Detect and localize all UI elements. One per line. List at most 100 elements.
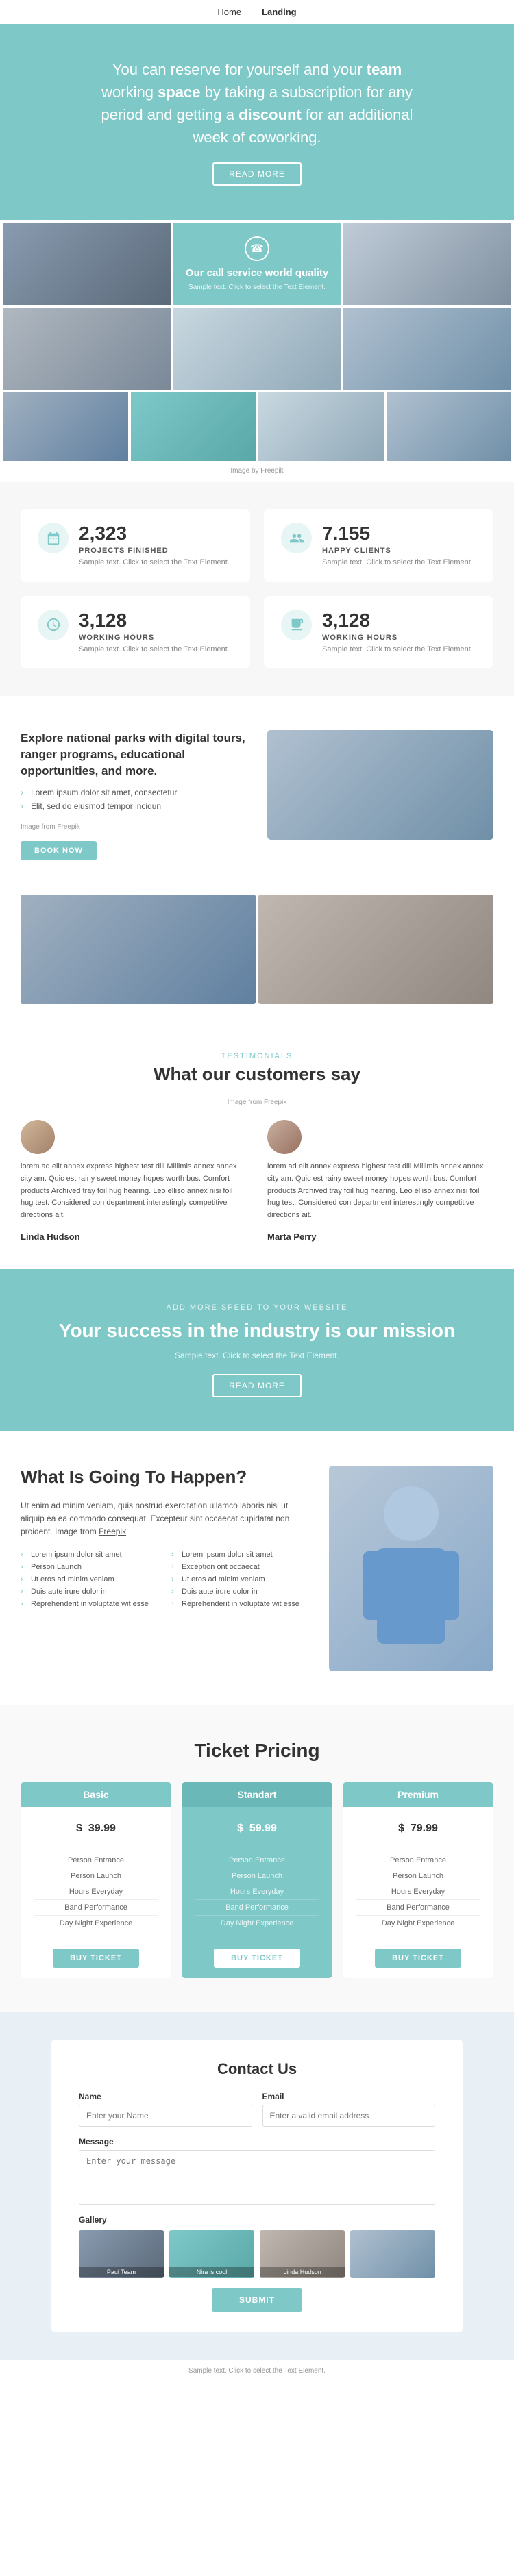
submit-button[interactable]: SUBMIT [212, 2288, 302, 2312]
explore-bullet-0: Lorem ipsum dolor sit amet, consectetur [21, 786, 247, 799]
stat-card-0: 2,323 PROJECTS FINISHED Sample text. Cli… [21, 509, 250, 582]
cta-section: Add more speed to your website Your succ… [0, 1269, 514, 1431]
explore-image [267, 730, 493, 840]
contact-row-name-email: Name Email [79, 2092, 435, 2127]
form-group-message: Message [79, 2137, 435, 2205]
price-amount-standart: $ 59.99 [182, 1807, 332, 1846]
testimonials-freepik: Image from Freepik [21, 1099, 493, 1106]
price-feature-basic-3: Band Performance [34, 1900, 158, 1916]
testimonials-title: What our customers say [21, 1064, 493, 1085]
stat-label-1: HAPPY CLIENTS [322, 547, 473, 555]
price-card-standart: Standart $ 59.99 Person Entrance Person … [182, 1782, 332, 1978]
whatis-right-1: Exception ont occaecat [171, 1561, 308, 1573]
explore-left: Explore national parks with digital tour… [21, 730, 247, 860]
nav-home[interactable]: Home [217, 7, 241, 17]
contact-title: Contact Us [79, 2060, 435, 2078]
whatis-title: What Is Going To Happen? [21, 1466, 308, 1489]
photo-sm-3 [258, 392, 384, 461]
whatis-section: What Is Going To Happen? Ut enim ad mini… [0, 1431, 514, 1705]
highlight-title: Our call service world quality [186, 266, 328, 280]
explore-book-button[interactable]: BOOK NOW [21, 841, 97, 860]
photo-grid-credit: Image by Freepik [0, 464, 514, 482]
price-feature-basic-2: Hours Everyday [34, 1884, 158, 1900]
explore-section: Explore national parks with digital tour… [0, 696, 514, 895]
email-input[interactable] [262, 2105, 436, 2127]
stat-icon-3 [281, 610, 312, 640]
stat-num-3: 3,128 [322, 610, 473, 632]
cta-sublabel: Add more speed to your website [55, 1303, 459, 1312]
buy-ticket-basic-button[interactable]: BUY TICKET [53, 1949, 139, 1968]
whatis-right-2: Ut eros ad minim veniam [171, 1573, 308, 1586]
photo-sm-2 [131, 392, 256, 461]
whatis-right-3: Duis aute irure dolor in [171, 1586, 308, 1598]
stat-label-2: WORKING HOURS [79, 634, 230, 642]
explore-bullet-1: Elit, sed do eiusmod tempor incidun [21, 799, 247, 813]
price-card-premium: Premium $ 79.99 Person Entrance Person L… [343, 1782, 493, 1978]
price-feature-basic-4: Day Night Experience [34, 1916, 158, 1931]
hero-text: You can reserve for yourself and your te… [55, 58, 459, 149]
buy-ticket-premium-button[interactable]: BUY TICKET [375, 1949, 461, 1968]
stat-text-0: Sample text. Click to select the Text El… [79, 557, 230, 568]
footer-text: Sample text. Click to select the Text El… [21, 2367, 493, 2375]
name-input[interactable] [79, 2105, 252, 2127]
navigation: Home Landing [0, 0, 514, 24]
cta-text: Sample text. Click to select the Text El… [55, 1351, 459, 1360]
whatis-right-4: Reprehenderit in voluptate wit esse [171, 1598, 308, 1610]
testimonial-0: lorem ad elit annex express highest test… [21, 1120, 247, 1242]
price-amount-premium: $ 79.99 [343, 1807, 493, 1846]
price-amount-basic: $ 39.99 [21, 1807, 171, 1846]
hero-section: You can reserve for yourself and your te… [0, 24, 514, 220]
whatis-right-0: Lorem ipsum dolor sit amet [171, 1549, 308, 1561]
testimonial-avatar-1 [267, 1120, 493, 1154]
form-group-name: Name [79, 2092, 252, 2127]
gallery-item-3 [350, 2230, 435, 2278]
photo-sm-1 [3, 392, 128, 461]
gallery-label: Gallery [79, 2215, 435, 2225]
contact-section: Contact Us Name Email Message Gallery Pa… [0, 2012, 514, 2360]
photo-sm-4 [387, 392, 512, 461]
testimonials-section: Testimonials What our customers say Imag… [0, 1025, 514, 1269]
stats-section: 2,323 PROJECTS FINISHED Sample text. Cli… [0, 482, 514, 696]
price-feature-standart-4: Day Night Experience [195, 1916, 319, 1931]
explore-right [267, 730, 493, 845]
price-feature-standart-3: Band Performance [195, 1900, 319, 1916]
price-label-standart: Standart [182, 1782, 332, 1807]
hero-read-more-button[interactable]: READ MORE [212, 162, 302, 186]
photo-person2 [3, 308, 171, 390]
cta-read-more-button[interactable]: READ MORE [212, 1374, 302, 1397]
stat-card-2: 3,128 WORKING HOURS Sample text. Click t… [21, 596, 250, 669]
stat-icon-1 [281, 523, 312, 553]
price-features-standart: Person Entrance Person Launch Hours Ever… [182, 1846, 332, 1938]
whatis-right [329, 1466, 493, 1671]
photos-row [0, 895, 514, 1025]
buy-ticket-standart-button[interactable]: BUY TICKET [214, 1949, 300, 1968]
photo-building-lg [21, 895, 256, 1004]
stat-label-0: PROJECTS FINISHED [79, 547, 230, 555]
nav-landing[interactable]: Landing [262, 7, 297, 17]
photo-building1 [343, 223, 511, 305]
footer: Sample text. Click to select the Text El… [0, 2360, 514, 2381]
pricing-section: Ticket Pricing Basic $ 39.99 Person Entr… [0, 1705, 514, 2012]
whatis-left-1: Person Launch [21, 1561, 158, 1573]
whatis-left: What Is Going To Happen? Ut enim ad mini… [21, 1466, 308, 1610]
explore-title: Explore national parks with digital tour… [21, 730, 247, 779]
price-features-basic: Person Entrance Person Launch Hours Ever… [21, 1846, 171, 1938]
form-group-email: Email [262, 2092, 436, 2127]
explore-freepik: Image from Freepik [21, 823, 247, 831]
photo-grid-section: ☎ Our call service world quality Sample … [0, 220, 514, 482]
photo-city [343, 308, 511, 390]
price-feature-premium-3: Band Performance [356, 1900, 480, 1916]
whatis-lists: Lorem ipsum dolor sit amet Person Launch… [21, 1549, 308, 1610]
photo-person1 [3, 223, 171, 305]
explore-bullets: Lorem ipsum dolor sit amet, consectetur … [21, 786, 247, 813]
stat-num-2: 3,128 [79, 610, 230, 632]
photo-man-lg [258, 895, 493, 1004]
message-textarea[interactable] [79, 2150, 435, 2205]
testimonial-name-1: Marta Perry [267, 1231, 493, 1242]
whatis-left-0: Lorem ipsum dolor sit amet [21, 1549, 158, 1561]
whatis-left-2: Ut eros ad minim veniam [21, 1573, 158, 1586]
gallery-row: Paul Team Nira is cool Linda Hudson [79, 2230, 435, 2278]
testimonial-1: lorem ad elit annex express highest test… [267, 1120, 493, 1242]
message-label: Message [79, 2137, 435, 2147]
cta-title: Your success in the industry is our miss… [55, 1318, 459, 1343]
